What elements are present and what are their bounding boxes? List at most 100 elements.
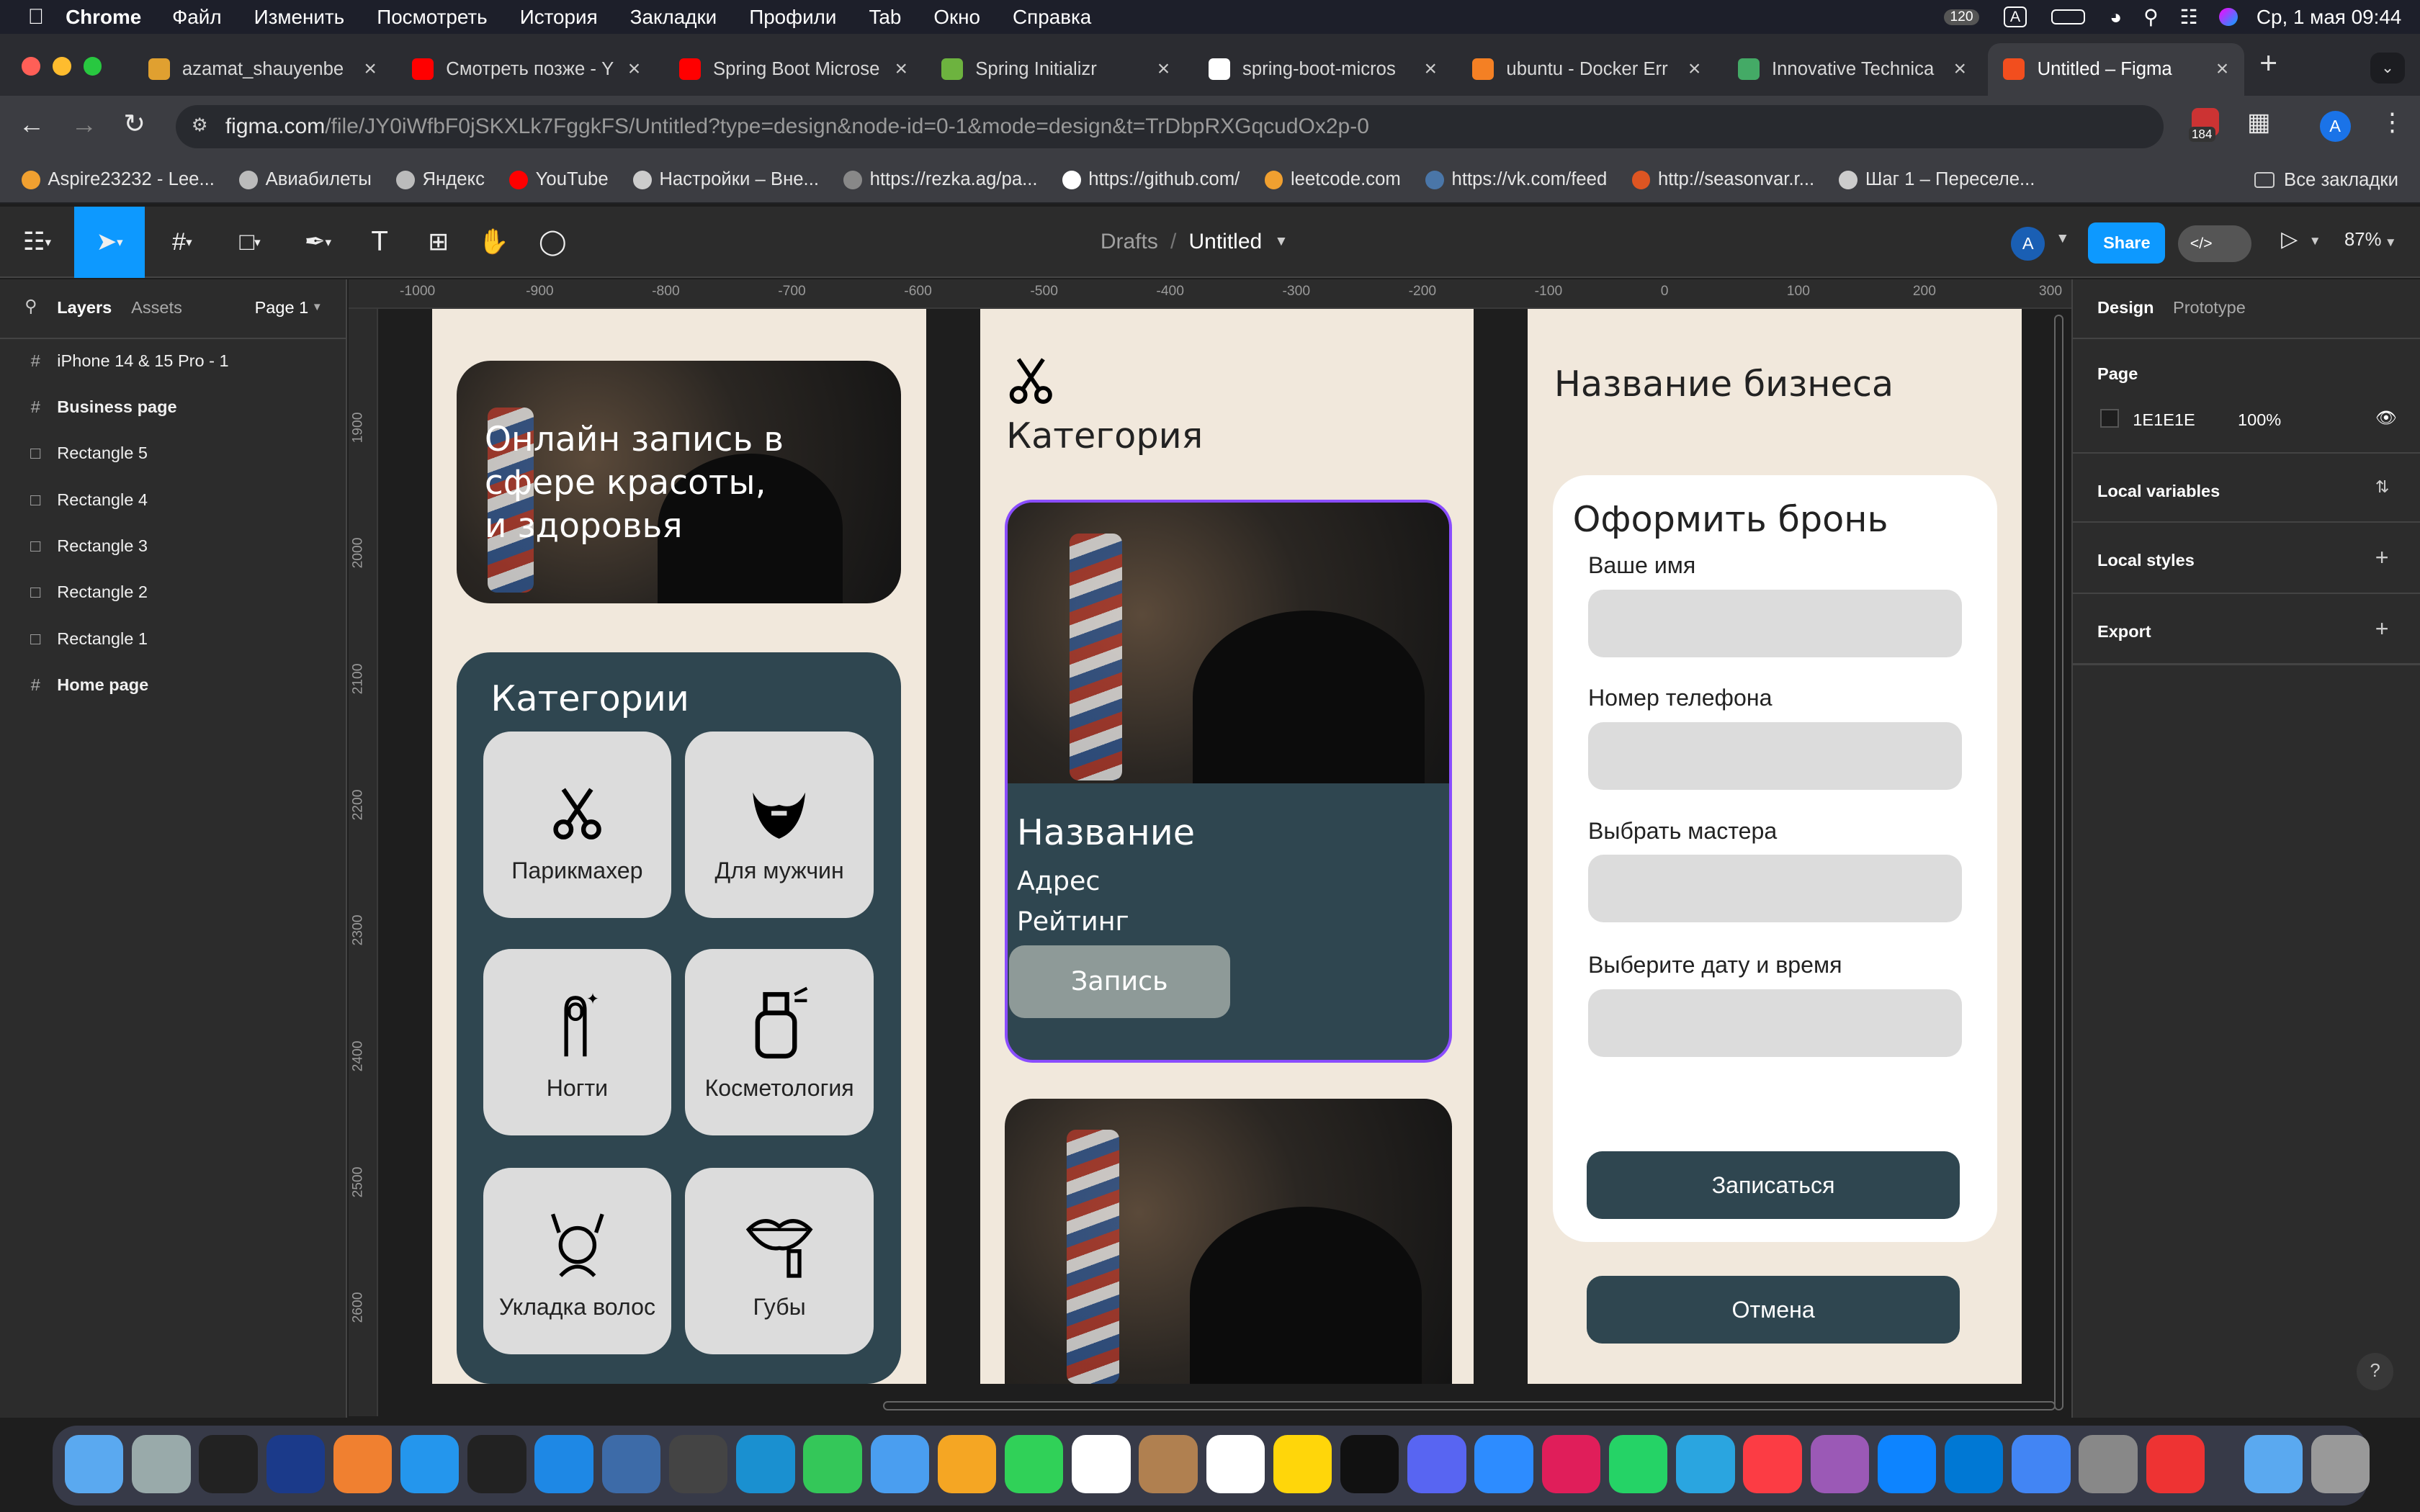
dock-app-icon[interactable] (132, 1434, 191, 1494)
spotlight-icon[interactable]: ⚲ (2143, 5, 2158, 29)
wifi-icon[interactable]: ◕ (2110, 6, 2122, 29)
business-card[interactable]: Название Адрес Рейтинг Запись (1004, 500, 1453, 1063)
battery-icon[interactable] (2051, 9, 2085, 25)
layer-item[interactable]: □ Rectangle 3 (28, 531, 148, 562)
notification-badge[interactable]: 120 (1943, 9, 1980, 25)
dock-app-icon[interactable] (333, 1434, 393, 1494)
present-icon[interactable]: ▷ (2281, 227, 2298, 252)
reload-button[interactable]: ↻ (123, 108, 145, 139)
layer-item[interactable]: # iPhone 14 & 15 Pro - 1 (28, 346, 229, 377)
local-styles-section[interactable]: Local styles (2097, 551, 2195, 570)
layer-item[interactable]: □ Rectangle 2 (28, 577, 148, 608)
bookmark-item[interactable]: Авиабилеты (239, 169, 372, 190)
hand-tool-icon[interactable]: ✋ (463, 207, 525, 278)
forward-button[interactable]: → (71, 109, 97, 140)
page-selector[interactable]: Page 1 (255, 298, 309, 318)
all-bookmarks[interactable]: Все закладки (2254, 170, 2398, 191)
layer-item[interactable]: □ Rectangle 1 (28, 624, 148, 654)
category-lips[interactable]: Губы (685, 1168, 874, 1355)
browser-tab[interactable]: Untitled – Figma × (1988, 42, 2244, 96)
input-source-icon[interactable]: A (2004, 6, 2027, 28)
category-cosmetology[interactable]: Косметология (685, 948, 874, 1136)
browser-tab[interactable]: Spring Boot Microse × (663, 43, 923, 96)
chrome-menu-icon[interactable]: ⋮ (2380, 108, 2404, 137)
dock-app-icon[interactable] (266, 1434, 326, 1494)
menu-edit[interactable]: Изменить (254, 6, 345, 29)
bookmark-item[interactable]: Шаг 1 – Переселе... (1839, 169, 2035, 190)
tab-design[interactable]: Design (2097, 298, 2154, 318)
control-center-icon[interactable]: ☷ (2180, 5, 2198, 29)
dock-app-icon[interactable] (1676, 1434, 1735, 1494)
bookmark-item[interactable]: https://github.com/ (1062, 169, 1240, 190)
chevron-down-icon[interactable]: ▼ (312, 301, 323, 313)
bookmark-item[interactable]: leetcode.com (1264, 169, 1401, 190)
menubar-app-name[interactable]: Chrome (66, 6, 141, 29)
dock-app-icon[interactable] (1139, 1434, 1198, 1494)
page-opacity-value[interactable]: 100% (2238, 410, 2281, 430)
bookmark-item[interactable]: YouTube (509, 169, 609, 190)
file-name[interactable]: Untitled (1188, 230, 1262, 254)
close-icon[interactable]: × (2216, 57, 2229, 81)
dock-app-icon[interactable] (870, 1434, 929, 1494)
close-icon[interactable]: × (1688, 57, 1701, 81)
dock-app-icon[interactable] (199, 1434, 258, 1494)
profile-avatar[interactable]: A (2319, 111, 2351, 143)
dock-app-icon[interactable] (1340, 1434, 1399, 1494)
category-hairdresser[interactable]: Парикмахер (483, 731, 672, 918)
frame-home-page[interactable]: Онлайн запись в сфере красоты, и здоровь… (432, 308, 926, 1385)
frame-category-page[interactable]: Категория Название Адрес Рейтинг Запись (980, 308, 1474, 1385)
dock-app-icon[interactable] (1407, 1434, 1466, 1494)
close-icon[interactable]: × (364, 57, 377, 81)
close-icon[interactable]: × (1953, 57, 1966, 81)
menu-tab[interactable]: Tab (869, 6, 901, 29)
siri-icon[interactable] (2219, 7, 2238, 27)
back-button[interactable]: ← (19, 109, 45, 140)
business-card-2-photo[interactable] (1004, 1098, 1453, 1385)
category-for-men[interactable]: Для мужчин (685, 731, 874, 918)
dock-app-icon[interactable] (2311, 1434, 2370, 1494)
browser-tab[interactable]: Spring Initializr × (926, 43, 1186, 96)
window-minimize-button[interactable] (52, 57, 71, 76)
dock-app-icon[interactable] (64, 1434, 124, 1494)
layer-item[interactable]: □ Rectangle 4 (28, 485, 148, 516)
extensions-puzzle-icon[interactable]: ▦ (2247, 108, 2270, 137)
category-nails[interactable]: ✦ Ногти (483, 948, 672, 1136)
menu-profiles[interactable]: Профили (749, 6, 836, 29)
close-icon[interactable]: × (1424, 57, 1437, 81)
clock[interactable]: Ср, 1 мая 09:44 (2257, 6, 2401, 29)
move-tool-icon[interactable]: ➤ ▾ (73, 207, 145, 278)
chevron-down-icon[interactable]: ▼ (1274, 234, 1288, 250)
close-icon[interactable]: × (895, 57, 908, 81)
menu-file[interactable]: Файл (172, 6, 221, 29)
dock-app-icon[interactable] (534, 1434, 593, 1494)
datetime-input[interactable] (1587, 989, 1962, 1057)
chevron-down-icon[interactable]: ▼ (2309, 233, 2321, 248)
page-color-swatch[interactable] (2100, 408, 2119, 428)
dock-app-icon[interactable] (400, 1434, 460, 1494)
comment-tool-icon[interactable]: ◯ (521, 207, 583, 278)
site-info-icon[interactable]: ⚙ (192, 114, 208, 136)
dock-app-icon[interactable] (2146, 1434, 2205, 1494)
layer-item[interactable]: # Home page (28, 670, 149, 701)
vertical-scrollbar[interactable] (2054, 315, 2063, 1410)
share-button[interactable]: Share (2088, 222, 2166, 264)
bookmark-item[interactable]: http://seasonvar.r... (1631, 169, 1814, 190)
page-color-value[interactable]: 1E1E1E (2133, 410, 2195, 430)
variables-icon[interactable]: ⇅ (2375, 477, 2390, 497)
browser-tab[interactable]: spring-boot-micros × (1193, 43, 1452, 96)
pen-tool-icon[interactable]: ✒ ▾ (287, 207, 349, 278)
menu-bookmarks[interactable]: Закладки (630, 6, 717, 29)
cancel-button[interactable]: Отмена (1586, 1276, 1960, 1344)
dock-app-icon[interactable] (2244, 1434, 2303, 1494)
dock-app-icon[interactable] (1273, 1434, 1332, 1494)
eye-icon[interactable]: 👁 (2375, 408, 2397, 428)
dev-mode-toggle[interactable]: </> (2177, 225, 2252, 263)
help-icon[interactable]: ? (2356, 1353, 2394, 1390)
menu-view[interactable]: Посмотреть (377, 6, 488, 29)
dock-app-icon[interactable] (668, 1434, 728, 1494)
browser-tab[interactable]: ubuntu - Docker Err × (1457, 43, 1716, 96)
browser-tab[interactable]: azamat_shauyenbe × (133, 43, 392, 96)
text-tool-icon[interactable]: T (349, 207, 411, 278)
dock-app-icon[interactable] (736, 1434, 795, 1494)
dock-app-icon[interactable] (1608, 1434, 1668, 1494)
